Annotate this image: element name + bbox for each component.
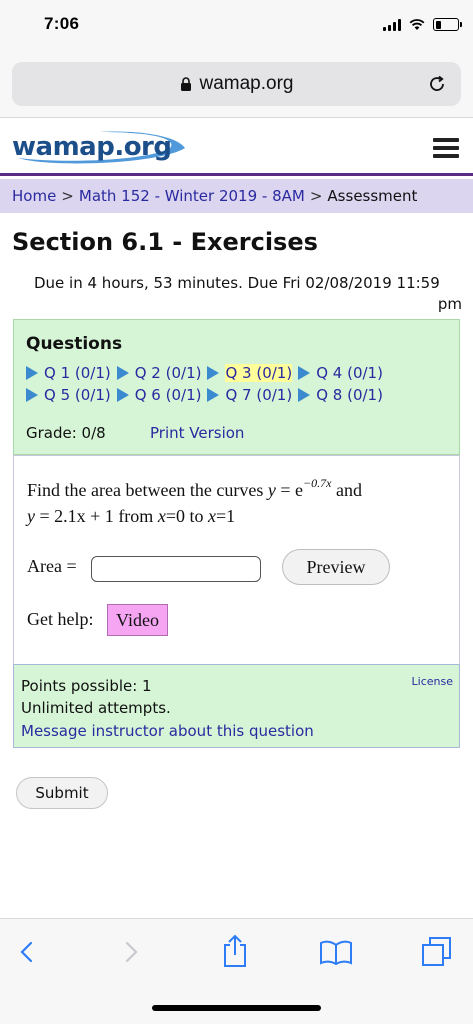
- play-triangle-icon: [116, 366, 129, 380]
- hamburger-menu-icon[interactable]: [433, 138, 459, 158]
- home-indicator[interactable]: [152, 1005, 321, 1011]
- due-line-1: Due in 4 hours, 53 minutes. Due Fri 02/0…: [34, 274, 440, 292]
- points-possible-text: Points possible: 1: [21, 677, 152, 695]
- play-triangle-icon: [26, 388, 38, 402]
- wamap-logo[interactable]: wamap.org: [10, 128, 190, 168]
- questions-nav-box: Questions Q 1 (0/1) Q 2 (0/1) Q 3 (0/1) …: [13, 319, 460, 455]
- breadcrumb-course-link[interactable]: Math 152 - Winter 2019 - 8AM: [79, 187, 305, 205]
- share-icon[interactable]: [220, 933, 250, 969]
- play-triangle-icon: [116, 388, 129, 402]
- status-time: 7:06: [44, 14, 80, 33]
- due-date-text: Due in 4 hours, 53 minutes. Due Fri 02/0…: [34, 273, 462, 315]
- play-triangle-icon: [26, 366, 38, 380]
- area-answer-input[interactable]: [91, 556, 261, 582]
- breadcrumb-current: Assessment: [327, 187, 418, 205]
- video-help-button[interactable]: Video: [107, 604, 168, 636]
- breadcrumb: Home > Math 152 - Winter 2019 - 8AM > As…: [0, 179, 473, 213]
- page-title: Section 6.1 - Exercises: [12, 228, 318, 256]
- question-panel: Find the area between the curves y = e−0…: [13, 455, 460, 664]
- license-link[interactable]: License: [412, 675, 453, 688]
- question-link-6[interactable]: Q 6 (0/1): [116, 386, 201, 404]
- question-link-7[interactable]: Q 7 (0/1): [207, 386, 292, 404]
- question-link-5[interactable]: Q 5 (0/1): [26, 386, 111, 404]
- url-text: wamap.org: [199, 73, 294, 94]
- site-header: wamap.org: [0, 118, 473, 176]
- get-help-label: Get help:: [27, 609, 94, 629]
- question-link-1[interactable]: Q 1 (0/1): [26, 364, 111, 382]
- submit-button[interactable]: Submit: [16, 777, 108, 809]
- battery-icon: [433, 18, 462, 31]
- browser-chrome: wamap.org: [0, 52, 473, 118]
- print-version-link[interactable]: Print Version: [150, 424, 244, 442]
- cellular-signal-icon: [383, 18, 401, 31]
- tabs-icon[interactable]: [420, 935, 454, 969]
- address-bar[interactable]: wamap.org: [12, 62, 461, 106]
- breadcrumb-home-link[interactable]: Home: [12, 187, 56, 205]
- questions-row-2: Q 5 (0/1) Q 6 (0/1) Q 7 (0/1) Q 8 (0/1): [26, 386, 389, 404]
- question-text: Find the area between the curves y = e−0…: [27, 476, 362, 526]
- status-bar: 7:06: [0, 0, 473, 52]
- logo-text: wamap.org: [12, 132, 172, 162]
- questions-heading: Questions: [26, 334, 123, 354]
- forward-arrow-icon[interactable]: [118, 937, 144, 967]
- preview-button[interactable]: Preview: [282, 549, 390, 585]
- breadcrumb-separator: >: [309, 187, 323, 205]
- status-icons: [383, 18, 462, 31]
- back-arrow-icon[interactable]: [14, 937, 40, 967]
- play-triangle-icon: [298, 388, 311, 402]
- points-info-box: License Points possible: 1 Unlimited att…: [13, 664, 460, 748]
- lock-icon: [180, 76, 191, 91]
- grade-text: Grade: 0/8: [26, 424, 106, 442]
- message-instructor-link[interactable]: Message instructor about this question: [21, 722, 314, 740]
- wifi-icon: [409, 18, 425, 30]
- play-triangle-icon: [207, 388, 220, 402]
- due-line-2: pm: [437, 295, 462, 313]
- breadcrumb-separator: >: [61, 187, 74, 205]
- attempts-text: Unlimited attempts.: [21, 699, 171, 717]
- question-link-2[interactable]: Q 2 (0/1): [116, 364, 201, 382]
- question-link-4[interactable]: Q 4 (0/1): [298, 364, 383, 382]
- question-link-8[interactable]: Q 8 (0/1): [298, 386, 383, 404]
- reload-icon[interactable]: [427, 74, 447, 94]
- question-link-3-current[interactable]: Q 3 (0/1): [207, 364, 293, 382]
- bookmarks-icon[interactable]: [318, 937, 354, 967]
- area-label: Area =: [27, 556, 77, 576]
- play-triangle-icon: [298, 366, 311, 380]
- questions-row-1: Q 1 (0/1) Q 2 (0/1) Q 3 (0/1) Q 4 (0/1): [26, 364, 389, 382]
- exponent: −0.7x: [303, 476, 332, 490]
- play-triangle-icon: [207, 366, 220, 380]
